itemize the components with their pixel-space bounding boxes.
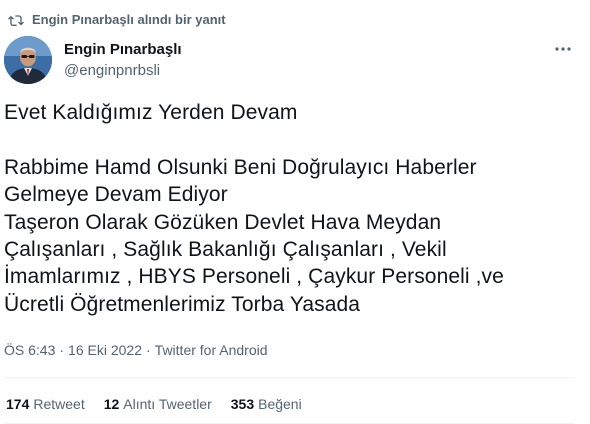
social-context-text: Engin Pınarbaşlı alındı bir yanıt: [32, 12, 226, 27]
author-names: Engin Pınarbaşlı @enginpnrbsli: [64, 40, 182, 80]
tweet-line: Ücretli Öğretmenlerimiz Torba Yasada: [4, 292, 361, 316]
author-handle[interactable]: @enginpnrbsli: [64, 61, 182, 80]
divider: [4, 377, 574, 378]
likes-count: 353: [230, 396, 255, 412]
author-row: Engin Pınarbaşlı @enginpnrbsli: [4, 36, 574, 88]
quotes-stat[interactable]: 12 Alıntı Tweetler: [104, 396, 212, 412]
likes-label: Beğeni: [258, 396, 302, 412]
tweet-time[interactable]: ÖS 6:43: [4, 342, 55, 358]
social-context[interactable]: Engin Pınarbaşlı alındı bir yanıt: [8, 12, 226, 27]
tweet-line: Rabbime Hamd Olsunki Beni Doğrulayıcı Ha…: [4, 155, 477, 179]
avatar[interactable]: [4, 36, 52, 84]
tweet-date[interactable]: 16 Eki 2022: [68, 342, 142, 358]
retweets-label: Retweet: [33, 396, 85, 412]
likes-stat[interactable]: 353 Beğeni: [231, 396, 302, 412]
tweet-line: Taşeron Olarak Gözüken Devlet Hava Meyda…: [4, 210, 442, 234]
more-options-button[interactable]: [552, 36, 574, 58]
tweet-card[interactable]: Engin Pınarbaşlı alındı bir yanıt Engin …: [0, 0, 590, 424]
meta-separator: ·: [59, 342, 65, 358]
tweet-line: Çalışanları , Sağlık Bakanlığı Çalışanla…: [4, 238, 447, 262]
retweets-count: 174: [6, 396, 30, 412]
tweet-line: Gelmeye Devam Ediyor: [4, 183, 228, 207]
tweet-text: Evet Kaldığımız Yerden Devam Rabbime Ham…: [4, 99, 564, 318]
retweet-icon: [8, 13, 24, 27]
tweet-meta: ÖS 6:43 · 16 Eki 2022 · Twitter for Andr…: [4, 342, 268, 358]
tweet-source[interactable]: Twitter for Android: [155, 342, 268, 358]
meta-separator: ·: [146, 342, 151, 358]
quotes-count: 12: [103, 396, 120, 412]
retweets-stat[interactable]: 174 Retweet: [6, 396, 85, 412]
author-display-name[interactable]: Engin Pınarbaşlı: [64, 40, 182, 59]
engagement-stats: 174 Retweet 12 Alıntı Tweetler 353 Beğen…: [6, 396, 302, 412]
quotes-label: Alıntı Tweetler: [123, 396, 212, 412]
tweet-line: İmamlarımız , HBYS Personeli , Çaykur Pe…: [4, 265, 504, 289]
tweet-line: Evet Kaldığımız Yerden Devam: [4, 101, 298, 124]
more-horizontal-icon: [555, 38, 571, 56]
